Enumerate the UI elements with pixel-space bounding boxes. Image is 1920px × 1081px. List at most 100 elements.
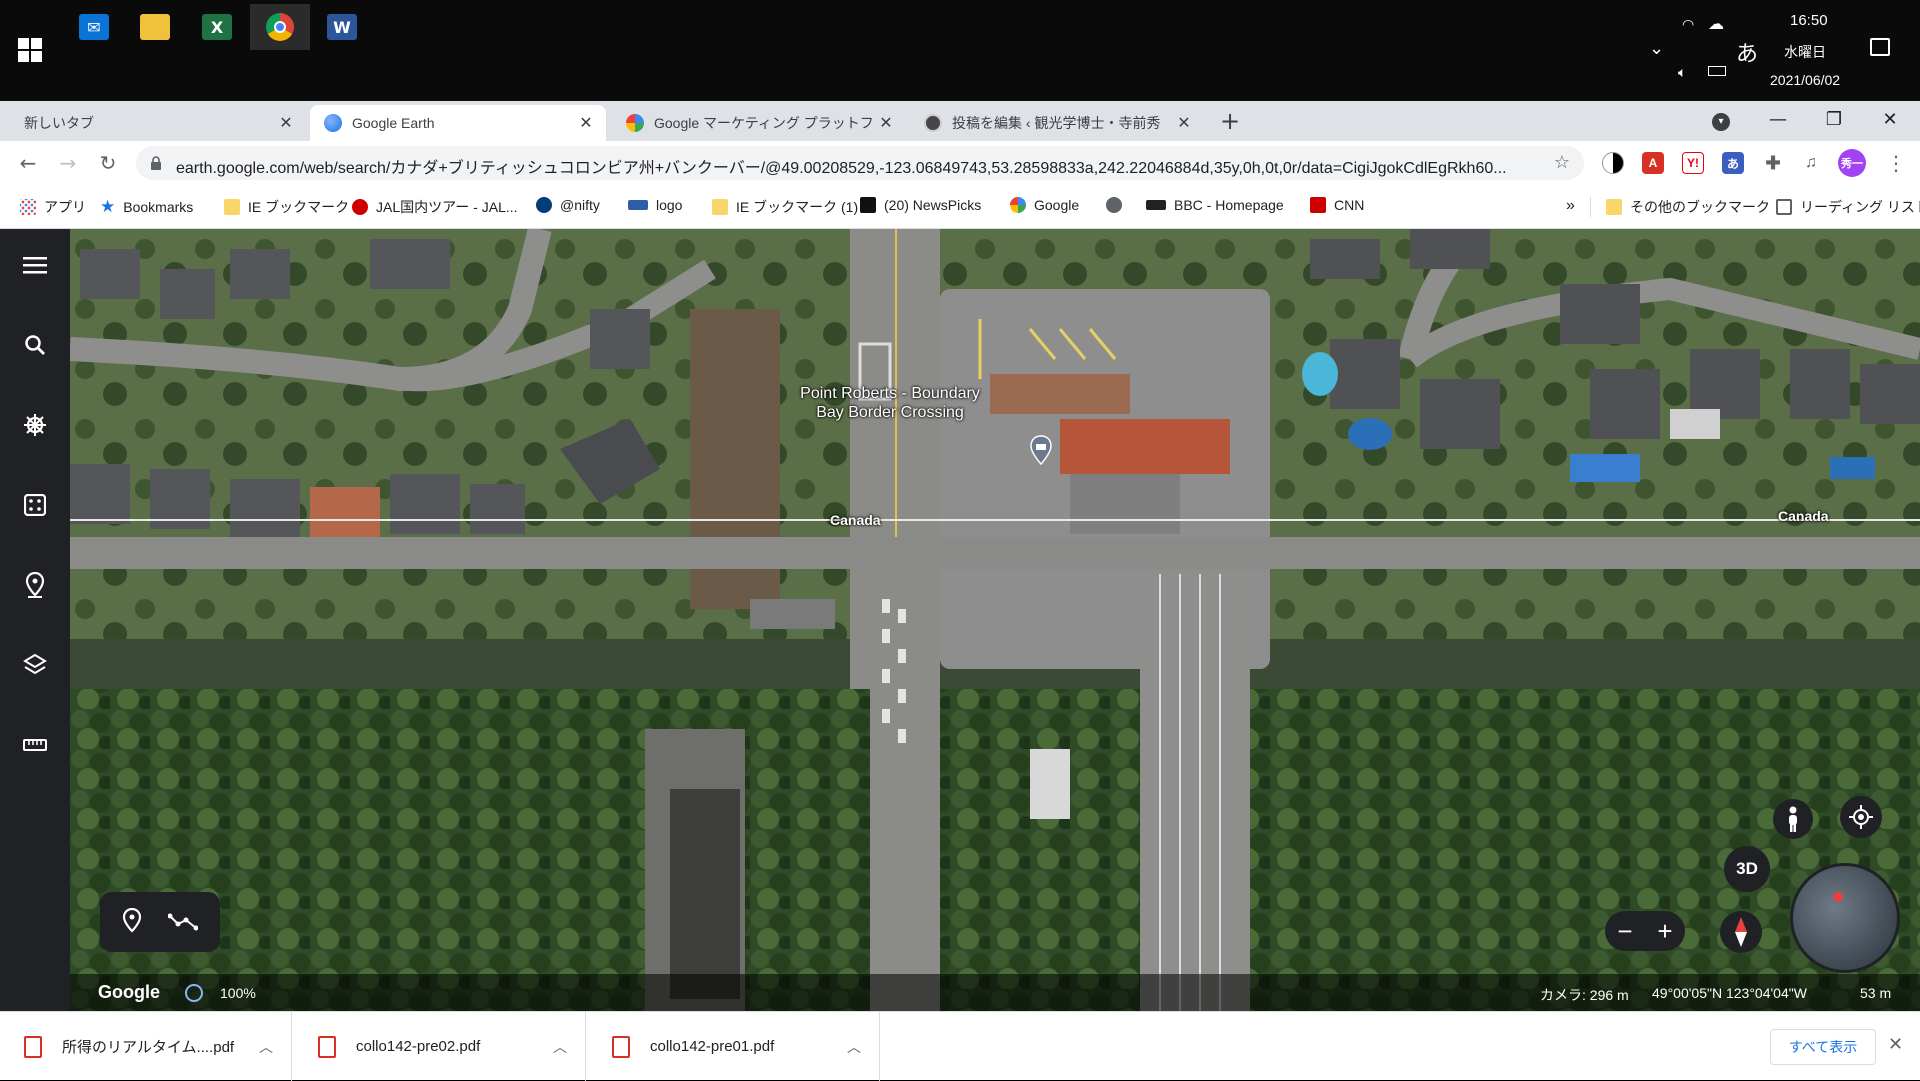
taskbar-file-explorer-app[interactable]	[125, 4, 185, 50]
media-control-icon[interactable]: ♫	[1800, 152, 1822, 174]
chrome-menu-kebab-icon[interactable]: ⋮	[1886, 151, 1906, 175]
taskbar-excel-app[interactable]: X	[187, 4, 247, 50]
drawing-tools-panel	[100, 892, 220, 952]
bookmark-nifty[interactable]: @nifty	[536, 197, 600, 213]
close-tab-icon[interactable]: ✕	[576, 113, 596, 133]
download-options-chevron-icon[interactable]: ︿	[847, 1037, 861, 1057]
download-item[interactable]: 所得のリアルタイム....pdf ︿	[0, 1012, 292, 1081]
battery-icon[interactable]	[1708, 66, 1726, 76]
close-tab-icon[interactable]: ✕	[1174, 113, 1194, 133]
folder-icon	[712, 199, 728, 215]
map-style-layers-icon[interactable]	[19, 649, 51, 681]
bookmark-jal[interactable]: JAL国内ツアー - JAL...	[352, 197, 518, 217]
folder-icon	[140, 14, 170, 40]
tab-google-earth[interactable]: Google Earth ✕	[310, 105, 606, 141]
onedrive-cloud-icon[interactable]: ☁	[1708, 14, 1724, 34]
bookmark-logo[interactable]: logo	[628, 197, 682, 213]
satellite-map[interactable]: Point Roberts - Boundary Bay Border Cros…	[69, 229, 1920, 1011]
search-icon[interactable]	[19, 329, 51, 361]
forward-arrow-icon[interactable]: →	[54, 149, 82, 177]
extensions-puzzle-icon[interactable]: ✚	[1762, 152, 1784, 174]
zoom-out-icon[interactable]: −	[1605, 916, 1645, 947]
bookmark-bbc[interactable]: BBC - Homepage	[1146, 197, 1284, 213]
close-tab-icon[interactable]: ✕	[876, 113, 896, 133]
close-downloads-bar-icon[interactable]: ✕	[1888, 1034, 1903, 1055]
downloads-bar: 所得のリアルタイム....pdf ︿ collo142-pre02.pdf ︿ …	[0, 1011, 1920, 1081]
tab-google-marketing-platform[interactable]: Google マーケティング プラットフォーム ✕	[612, 105, 906, 141]
close-window-button[interactable]: ✕	[1862, 101, 1918, 137]
windows-start-button[interactable]	[18, 38, 42, 62]
back-arrow-icon[interactable]: ←	[14, 149, 42, 177]
profile-avatar[interactable]: 秀一	[1838, 149, 1866, 177]
volume-icon[interactable]: 🔈︎	[1678, 64, 1686, 81]
border-label-canada-right: Canada	[1778, 508, 1829, 524]
reading-list-button[interactable]: リーディング リスト	[1776, 197, 1920, 217]
action-center-icon[interactable]	[1870, 38, 1890, 56]
new-tab-plus-icon[interactable]: +	[1220, 107, 1240, 135]
tab-edit-post[interactable]: 投稿を編集 ‹ 観光学博士・寺前秀 ✕	[910, 105, 1204, 141]
earth-sidebar	[0, 229, 70, 1011]
translate-extension-icon[interactable]: あ	[1722, 152, 1744, 174]
adobe-acrobat-extension-icon[interactable]: A	[1642, 152, 1664, 174]
my-location-icon[interactable]	[1840, 796, 1882, 838]
address-bar[interactable]: earth.google.com/web/search/カナダ+ブリティッシュコ…	[136, 146, 1584, 180]
tab-new-tab[interactable]: 新しいタブ ✕	[10, 105, 306, 141]
lock-icon[interactable]	[150, 155, 162, 170]
projects-pin-icon[interactable]	[19, 569, 51, 601]
clock-time[interactable]: 16:50	[1790, 12, 1828, 29]
bookmark-ie-folder[interactable]: IE ブックマーク	[224, 197, 349, 217]
show-hidden-icons-chevron-icon[interactable]: ⌄	[1649, 38, 1664, 59]
place-marker-pin-icon[interactable]	[1029, 435, 1053, 466]
bookmark-ie-folder-1[interactable]: IE ブックマーク (1)	[712, 197, 858, 217]
compass-icon[interactable]	[1720, 911, 1762, 953]
bookmark-other-folder[interactable]: その他のブックマーク	[1606, 197, 1770, 217]
bookmark-globe[interactable]	[1106, 197, 1130, 213]
mail-icon: ✉	[79, 14, 109, 40]
place-label[interactable]: Point Roberts - Boundary Bay Border Cros…	[725, 384, 1055, 422]
menu-hamburger-icon[interactable]	[19, 249, 51, 281]
yahoo-extension-icon[interactable]: Y!	[1682, 152, 1704, 174]
download-options-chevron-icon[interactable]: ︿	[553, 1037, 567, 1057]
bookmarks-overflow-button[interactable]: »	[1566, 197, 1575, 215]
pdf-file-icon	[24, 1035, 42, 1058]
bookmark-label: (20) NewsPicks	[884, 197, 982, 213]
taskbar-mail-app[interactable]: ✉	[64, 4, 124, 50]
taskbar-chrome-app[interactable]	[250, 4, 310, 50]
bookmark-newspicks[interactable]: (20) NewsPicks	[860, 197, 981, 213]
globe-overview-minimap[interactable]	[1790, 863, 1900, 973]
street-view-pegman-icon[interactable]	[1773, 799, 1813, 839]
download-item[interactable]: collo142-pre01.pdf ︿	[588, 1012, 880, 1081]
draw-path-icon[interactable]	[167, 912, 199, 936]
google-earth-favicon-icon	[324, 114, 342, 132]
voyager-ship-wheel-icon[interactable]	[19, 409, 51, 441]
url-text[interactable]: earth.google.com/web/search/カナダ+ブリティッシュコ…	[176, 154, 1546, 178]
download-item[interactable]: collo142-pre02.pdf ︿	[294, 1012, 586, 1081]
show-all-downloads-button[interactable]: すべて表示	[1770, 1029, 1876, 1065]
measure-ruler-icon[interactable]	[19, 729, 51, 761]
download-options-chevron-icon[interactable]: ︿	[259, 1037, 273, 1057]
wifi-icon[interactable]: ◠	[1682, 16, 1694, 33]
close-tab-icon[interactable]: ✕	[276, 113, 296, 133]
border-label-canada-left: Canada	[830, 512, 881, 528]
download-filename: collo142-pre01.pdf	[650, 1038, 775, 1055]
dark-mode-extension-icon[interactable]	[1602, 152, 1624, 174]
tab-search-icon[interactable]: ▾	[1712, 113, 1730, 131]
reload-icon[interactable]: ↻	[94, 149, 122, 177]
feeling-lucky-dice-icon[interactable]	[19, 489, 51, 521]
windows-taskbar: ✉ X W ⌄ ◠ ☁ 🔈︎ あ 16:50 水曜日 2021/06/02	[0, 0, 1920, 101]
zoom-in-icon[interactable]: +	[1645, 916, 1685, 947]
bookmark-label: Bookmarks	[123, 199, 194, 215]
minimize-window-button[interactable]: —	[1750, 101, 1806, 137]
bookmark-bookmarks[interactable]: ★ Bookmarks	[100, 197, 193, 217]
ime-mode-indicator[interactable]: あ	[1736, 36, 1758, 68]
taskbar-word-app[interactable]: W	[312, 4, 372, 50]
bookmark-google[interactable]: Google	[1010, 197, 1079, 213]
bookmark-cnn[interactable]: CNN	[1310, 197, 1364, 213]
restore-window-button[interactable]: ❐	[1806, 101, 1862, 137]
add-placemark-icon[interactable]	[122, 907, 142, 938]
google-logo: Google	[98, 982, 160, 1002]
tab-label: 投稿を編集 ‹ 観光学博士・寺前秀	[952, 115, 1161, 131]
bookmark-apps[interactable]: アプリ	[20, 197, 86, 217]
toggle-3d-button[interactable]: 3D	[1724, 846, 1770, 892]
bookmark-star-icon[interactable]: ☆	[1554, 152, 1570, 173]
